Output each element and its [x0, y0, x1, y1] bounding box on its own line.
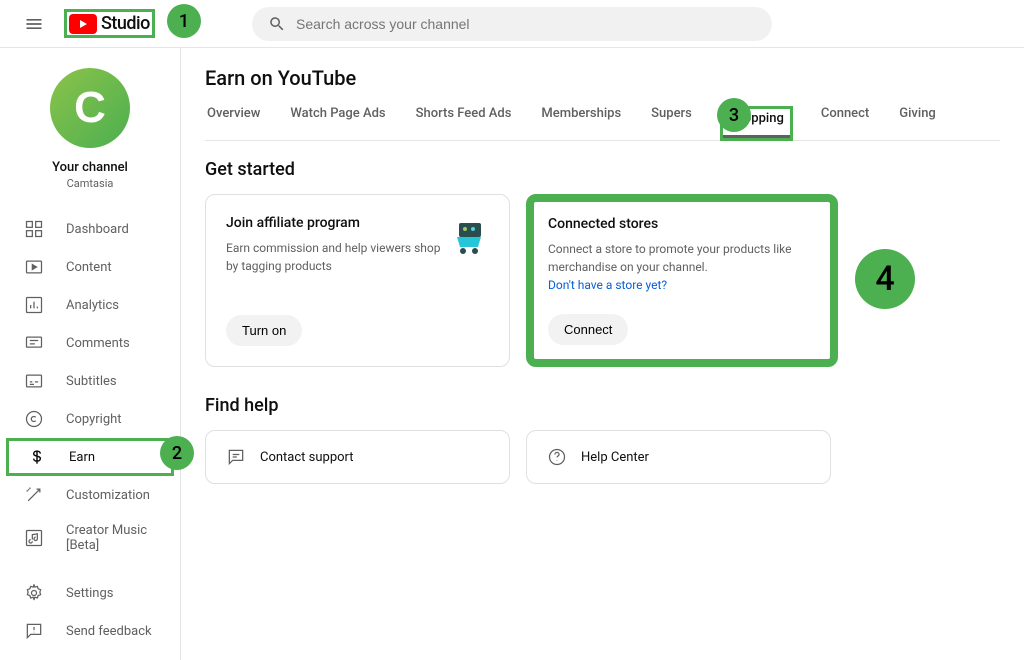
tab-supers[interactable]: Supers	[649, 106, 694, 140]
hamburger-menu[interactable]	[16, 6, 52, 42]
annotation-3: 3	[717, 98, 751, 132]
channel-name: Camtasia	[67, 177, 114, 190]
header: Studio 1	[0, 0, 1024, 48]
sidebar-item-label: Settings	[66, 586, 113, 601]
dashboard-icon	[24, 219, 44, 239]
sidebar-item-subtitles[interactable]: Subtitles	[0, 362, 180, 400]
sidebar-item-label: Earn	[69, 450, 95, 465]
sidebar-item-label: Dashboard	[66, 222, 129, 237]
sidebar-item-earn[interactable]: Earn	[6, 438, 174, 476]
help-center[interactable]: Help Center	[526, 430, 831, 484]
tab-overview[interactable]: Overview	[205, 106, 262, 140]
sidebar-item-label: Copyright	[66, 412, 122, 427]
wand-icon	[24, 485, 44, 505]
main-content: Earn on YouTube Overview Watch Page Ads …	[180, 48, 1024, 660]
annotation-1: 1	[167, 4, 201, 38]
youtube-play-icon	[69, 14, 97, 34]
sidebar-item-label: Customization	[66, 488, 150, 503]
connect-button[interactable]: Connect	[548, 314, 628, 345]
card-title: Connected stores	[548, 216, 816, 232]
sidebar-item-content[interactable]: Content	[0, 248, 180, 286]
page-title: Earn on YouTube	[205, 66, 1000, 90]
tab-watch-page-ads[interactable]: Watch Page Ads	[288, 106, 387, 140]
dollar-icon	[27, 447, 47, 467]
sidebar-item-label: Comments	[66, 336, 130, 351]
sidebar-item-settings[interactable]: Settings	[0, 574, 180, 612]
sidebar-item-label: Send feedback	[66, 624, 152, 639]
chat-icon	[226, 447, 246, 467]
menu-icon	[24, 14, 44, 34]
card-connected-stores: Connected stores Connect a store to prom…	[526, 194, 838, 367]
tab-giving[interactable]: Giving	[897, 106, 938, 140]
card-body: Connect a store to promote your products…	[548, 240, 816, 276]
tab-shorts-feed-ads[interactable]: Shorts Feed Ads	[414, 106, 514, 140]
feedback-icon	[24, 621, 44, 641]
comments-icon	[24, 333, 44, 353]
sidebar-item-label: Content	[66, 260, 112, 275]
copyright-icon	[24, 409, 44, 429]
sidebar-item-label: Creator Music [Beta]	[66, 523, 156, 553]
card-title: Join affiliate program	[226, 215, 449, 231]
section-find-help: Find help	[205, 395, 1000, 416]
cart-icon	[449, 215, 489, 255]
logo[interactable]: Studio 1	[64, 9, 155, 38]
sidebar-item-label: Analytics	[66, 298, 119, 313]
card-affiliate: Join affiliate program Earn commission a…	[205, 194, 510, 367]
tab-connect[interactable]: Connect	[819, 106, 871, 140]
search-bar	[252, 7, 772, 41]
tabs: Overview Watch Page Ads Shorts Feed Ads …	[205, 106, 1000, 141]
sidebar-item-customization[interactable]: Customization	[0, 476, 180, 514]
section-get-started: Get started	[205, 159, 1000, 180]
sidebar-item-dashboard[interactable]: Dashboard	[0, 210, 180, 248]
sidebar-item-analytics[interactable]: Analytics	[0, 286, 180, 324]
channel-avatar[interactable]: C	[50, 68, 130, 148]
annotation-4: 4	[855, 249, 915, 309]
question-icon	[547, 447, 567, 467]
analytics-icon	[24, 295, 44, 315]
search-input[interactable]	[296, 16, 756, 32]
tab-memberships[interactable]: Memberships	[539, 106, 623, 140]
card-body: Earn commission and help viewers shop by…	[226, 239, 449, 275]
channel-label: Your channel	[52, 160, 128, 175]
help-text: Help Center	[581, 450, 649, 465]
sidebar-item-music[interactable]: Creator Music [Beta]	[0, 514, 180, 562]
channel-avatar-section: C Your channel Camtasia	[0, 68, 180, 204]
gear-icon	[24, 583, 44, 603]
help-contact-support[interactable]: Contact support	[205, 430, 510, 484]
sidebar: C Your channel Camtasia Dashboard Conten…	[0, 48, 180, 660]
turn-on-button[interactable]: Turn on	[226, 315, 302, 346]
sidebar-item-copyright[interactable]: Copyright	[0, 400, 180, 438]
sidebar-item-feedback[interactable]: Send feedback	[0, 612, 180, 650]
logo-text: Studio	[101, 13, 150, 34]
no-store-link[interactable]: Don't have a store yet?	[548, 278, 816, 292]
content-icon	[24, 257, 44, 277]
avatar-letter: C	[74, 83, 106, 133]
help-text: Contact support	[260, 450, 354, 465]
subtitles-icon	[24, 371, 44, 391]
annotation-2: 2	[160, 436, 194, 470]
sidebar-item-comments[interactable]: Comments	[0, 324, 180, 362]
sidebar-item-label: Subtitles	[66, 374, 117, 389]
search-icon	[268, 15, 286, 33]
music-icon	[24, 528, 44, 548]
